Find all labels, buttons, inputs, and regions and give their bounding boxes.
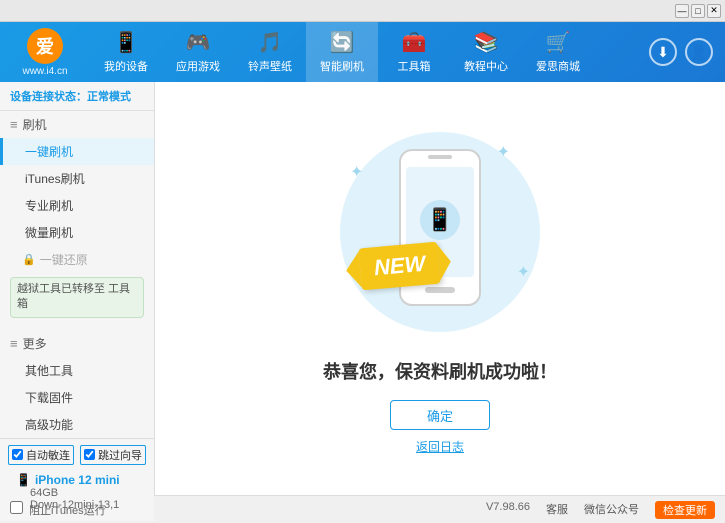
checkbox-row: 自动敏连 跳过向导: [8, 445, 146, 465]
my-device-icon: 📱: [114, 30, 139, 55]
toolbox-icon: 🧰: [402, 30, 427, 55]
new-badge: NEW: [358, 242, 441, 291]
one-click-flash-label: 一键刷机: [25, 145, 73, 159]
star-2: ✦: [350, 162, 363, 182]
mall-icon: 🛒: [546, 30, 571, 55]
more-section-label: 更多: [23, 335, 47, 352]
stop-itunes-input[interactable]: [10, 501, 23, 514]
sidebar-item-download-firmware[interactable]: 下载固件: [0, 384, 154, 411]
auto-connect-input[interactable]: [12, 449, 23, 460]
main-area: 设备连接状态：正常模式 ≡ 刷机 一键刷机 iTunes刷机 专业刷机 微量刷机…: [0, 82, 725, 495]
nav-toolbox-label: 工具箱: [398, 58, 431, 74]
more-section-header[interactable]: ≡ 更多: [0, 330, 154, 357]
status-label-text: 设备连接状态：: [10, 91, 87, 103]
smart-flash-icon: 🔄: [330, 30, 355, 55]
nav-mall-label: 爱思商城: [536, 58, 580, 74]
itunes-flash-label: iTunes刷机: [25, 172, 85, 186]
logo: 爱 www.i4.cn: [0, 28, 90, 77]
one-click-restore-label: 一键还原: [40, 251, 88, 268]
sidebar-item-micro-flash[interactable]: 微量刷机: [0, 219, 154, 246]
nav-ringtones[interactable]: 🎵 铃声壁纸: [234, 22, 306, 82]
header-right-buttons: ⬇ 👤: [649, 38, 725, 66]
close-button[interactable]: ✕: [707, 4, 721, 18]
logo-icon: 爱: [27, 28, 63, 64]
sidebar-item-other-tools[interactable]: 其他工具: [0, 357, 154, 384]
lock-icon: 🔒: [22, 253, 36, 266]
pro-flash-label: 专业刷机: [25, 199, 73, 213]
advanced-label: 高级功能: [25, 418, 73, 432]
return-link[interactable]: 返回日志: [416, 438, 464, 455]
user-button[interactable]: 👤: [685, 38, 713, 66]
device-name-text: iPhone 12 mini: [35, 473, 120, 487]
success-illustration: ✦ ✦ ✦ 📱 NEW: [330, 122, 550, 342]
nav-smart-flash[interactable]: 🔄 智能刷机: [306, 22, 378, 82]
status-value: 正常模式: [87, 91, 131, 103]
nav-toolbox[interactable]: 🧰 工具箱: [378, 22, 450, 82]
stop-itunes-checkbox[interactable]: 阻止iTunes运行: [10, 505, 106, 517]
star-3: ✦: [517, 262, 530, 282]
apps-games-icon: 🎮: [186, 30, 211, 55]
check-update-button[interactable]: 检查更新: [655, 501, 715, 519]
bottom-bar-left: 阻止iTunes运行: [10, 501, 486, 518]
ringtones-icon: 🎵: [258, 30, 283, 55]
sidebar-item-one-click-restore: 🔒 一键还原: [0, 246, 154, 273]
sidebar-item-pro-flash[interactable]: 专业刷机: [0, 192, 154, 219]
star-1: ✦: [497, 142, 510, 162]
nav-smart-flash-label: 智能刷机: [320, 58, 364, 74]
connection-status: 设备连接状态：正常模式: [0, 82, 154, 111]
sidebar: 设备连接状态：正常模式 ≡ 刷机 一键刷机 iTunes刷机 专业刷机 微量刷机…: [0, 82, 155, 495]
skip-wizard-checkbox[interactable]: 跳过向导: [80, 445, 146, 465]
nav-tutorials[interactable]: 📚 教程中心: [450, 22, 522, 82]
phone-svg: 📱: [390, 145, 490, 320]
device-name: 📱 iPhone 12 mini: [16, 473, 138, 487]
confirm-button[interactable]: 确定: [390, 400, 490, 430]
device-phone-icon: 📱: [16, 473, 31, 487]
sidebar-item-advanced[interactable]: 高级功能: [0, 411, 154, 438]
nav-apps-games[interactable]: 🎮 应用游戏: [162, 22, 234, 82]
logo-char: 爱: [36, 33, 54, 59]
svg-text:📱: 📱: [426, 207, 453, 232]
download-button[interactable]: ⬇: [649, 38, 677, 66]
micro-flash-label: 微量刷机: [25, 226, 73, 240]
nav-apps-games-label: 应用游戏: [176, 58, 220, 74]
maximize-button[interactable]: □: [691, 4, 705, 18]
sidebar-item-itunes-flash[interactable]: iTunes刷机: [0, 165, 154, 192]
logo-url: www.i4.cn: [22, 66, 67, 77]
sidebar-item-one-click-flash[interactable]: 一键刷机: [0, 138, 154, 165]
flash-section-icon: ≡: [10, 117, 18, 132]
wechat-public-link[interactable]: 微信公众号: [584, 501, 639, 519]
download-firmware-label: 下载固件: [25, 391, 73, 405]
flash-section-header[interactable]: ≡ 刷机: [0, 111, 154, 138]
nav-tutorials-label: 教程中心: [464, 58, 508, 74]
version-text: V7.98.66: [486, 501, 530, 519]
jailbreak-notice-text: 越狱工具已转移至 工具箱: [17, 283, 130, 310]
auto-connect-checkbox[interactable]: 自动敏连: [8, 445, 74, 465]
title-bar: — □ ✕: [0, 0, 725, 22]
auto-connect-label: 自动敏连: [26, 447, 70, 463]
nav-mall[interactable]: 🛒 爱思商城: [522, 22, 594, 82]
more-section-icon: ≡: [10, 336, 18, 351]
other-tools-label: 其他工具: [25, 364, 73, 378]
stop-itunes-label: 阻止iTunes运行: [29, 505, 106, 517]
nav-my-device-label: 我的设备: [104, 58, 148, 74]
skip-wizard-input[interactable]: [84, 449, 95, 460]
jailbreak-notice: 越狱工具已转移至 工具箱: [10, 277, 144, 318]
tutorials-icon: 📚: [474, 30, 499, 55]
main-content: ✦ ✦ ✦ 📱 NEW 恭喜您，保资料刷机成功啦！ 确定 返回日志: [155, 82, 725, 495]
nav-ringtones-label: 铃声壁纸: [248, 58, 292, 74]
minimize-button[interactable]: —: [675, 4, 689, 18]
skip-wizard-label: 跳过向导: [98, 447, 142, 463]
header: 爱 www.i4.cn 📱 我的设备 🎮 应用游戏 🎵 铃声壁纸 🔄 智能刷机 …: [0, 22, 725, 82]
customer-service-link[interactable]: 客服: [546, 501, 568, 519]
device-storage: 64GB: [16, 487, 138, 499]
nav-my-device[interactable]: 📱 我的设备: [90, 22, 162, 82]
nav-bar: 📱 我的设备 🎮 应用游戏 🎵 铃声壁纸 🔄 智能刷机 🧰 工具箱 📚 教程中心…: [90, 22, 649, 82]
bottom-bar-right: V7.98.66 客服 微信公众号 检查更新: [486, 501, 715, 519]
success-text: 恭喜您，保资料刷机成功啦！: [323, 358, 557, 384]
flash-section-label: 刷机: [23, 116, 47, 133]
